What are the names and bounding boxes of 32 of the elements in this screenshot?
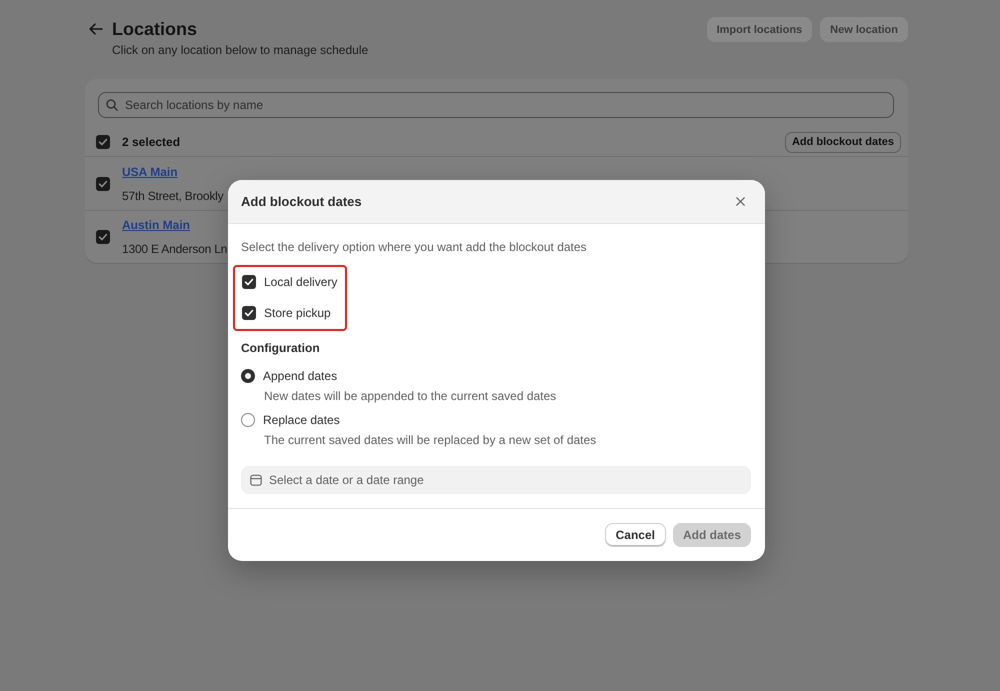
dialog-prompt: Select the delivery option where you want add the blockout dates	[241, 239, 588, 255]
selection-count: 2 selected	[122, 135, 182, 149]
checkbox[interactable]	[96, 135, 110, 149]
calendar-icon	[250, 474, 262, 486]
search-icon	[106, 99, 118, 111]
radio-label: Append dates	[263, 368, 338, 384]
checkbox[interactable]	[242, 306, 256, 320]
option-description: The current saved dates will be replaced by a new set of dates	[264, 432, 598, 448]
location-address: 57th Street, Brookly	[122, 188, 224, 204]
option-description: New dates will be appended to the current saved dates	[264, 388, 558, 404]
secondary-button[interactable]: Cancel	[604, 523, 666, 547]
checkbox[interactable]	[96, 176, 110, 190]
checkbox-label: Local delivery	[264, 274, 338, 290]
location-link[interactable]: Austin Main	[122, 217, 190, 233]
checkbox[interactable]	[96, 230, 110, 244]
section-heading: Configuration	[241, 340, 321, 356]
location-address: 1300 E Anderson Ln	[122, 241, 228, 257]
close-button[interactable]	[733, 194, 747, 208]
back-arrow-icon[interactable]	[89, 23, 103, 35]
search-field[interactable]: Search locations by name	[98, 92, 894, 118]
dialog-title: Add blockout dates	[241, 194, 362, 209]
add-blockout-dates-button[interactable]: Add blockout dates	[784, 132, 901, 152]
close-icon	[736, 197, 744, 206]
checkbox[interactable]	[242, 275, 256, 289]
radio-button[interactable]	[241, 413, 255, 427]
page-title: Locations	[112, 18, 198, 40]
checkbox-label: Store pickup	[264, 305, 331, 321]
page-subtitle: Click on any location below to manage schedule	[112, 43, 368, 57]
location-link[interactable]: USA Main	[122, 164, 178, 180]
radio-button[interactable]	[241, 369, 255, 383]
date-field[interactable]: Select a date or a date range	[241, 466, 751, 494]
radio-label: Replace dates	[263, 412, 340, 428]
